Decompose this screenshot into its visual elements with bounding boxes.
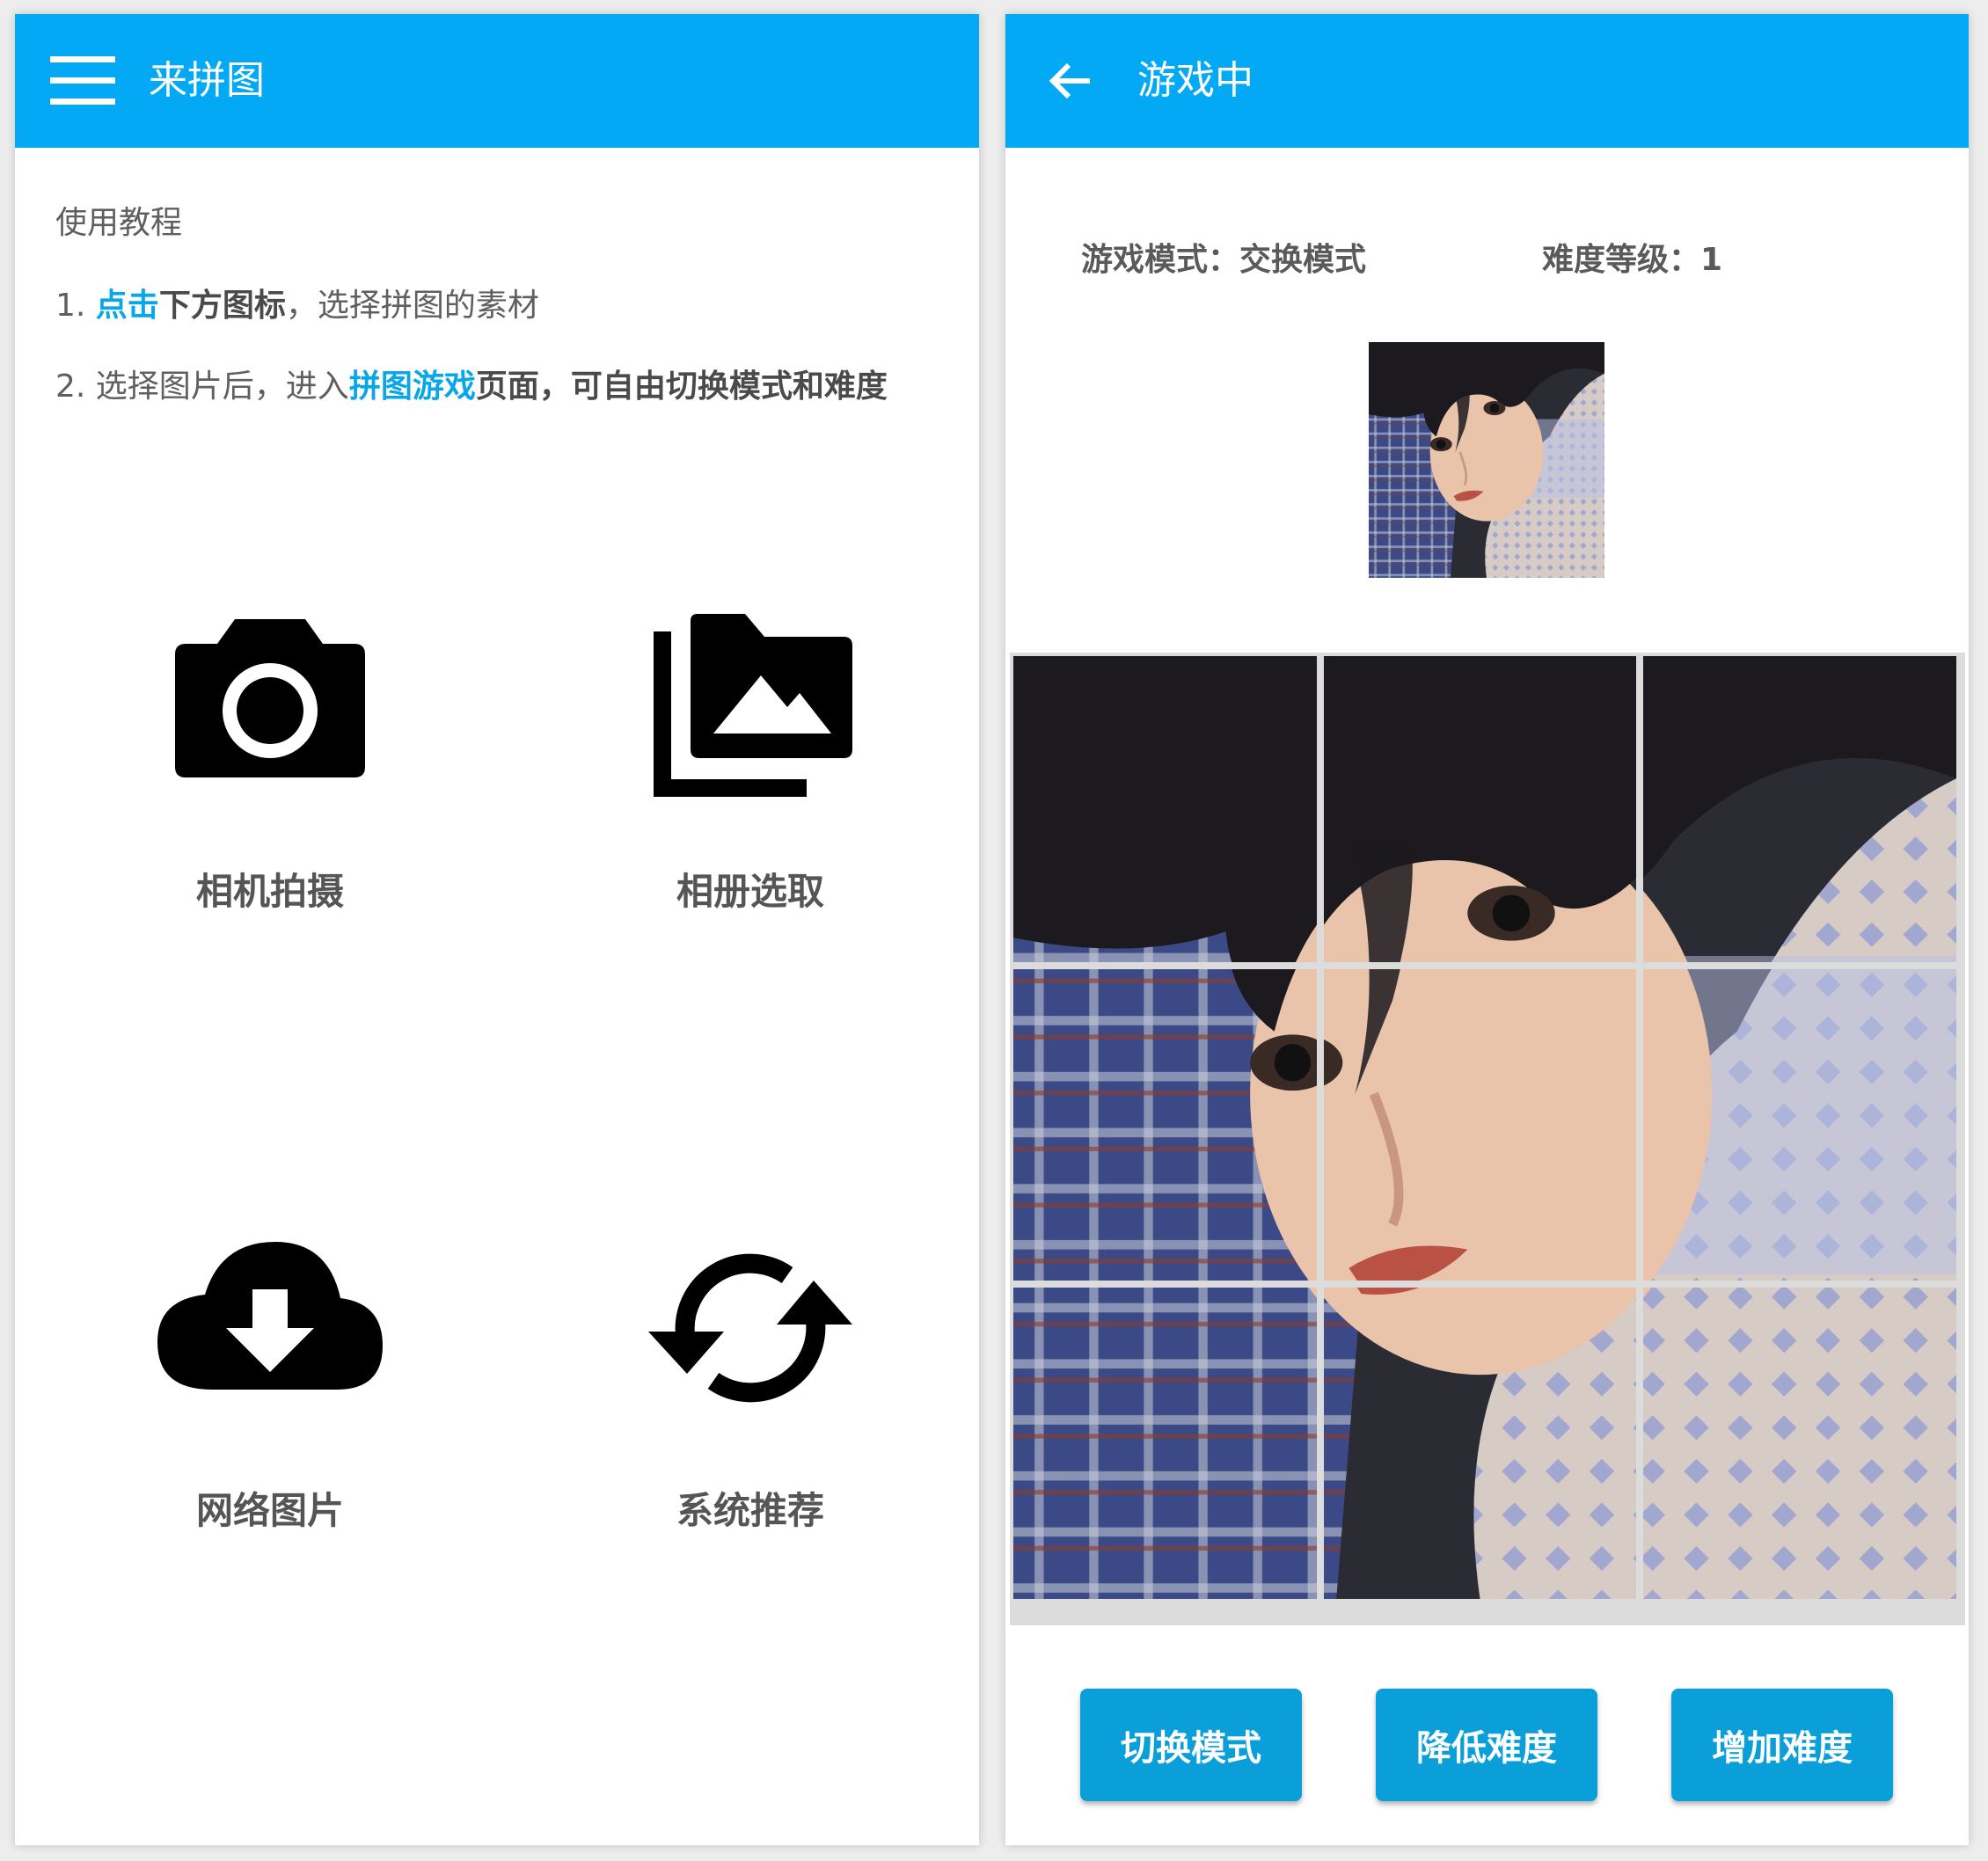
puzzle-piece[interactable] [1013,656,1317,962]
menu-icon[interactable] [50,56,115,106]
puzzle-board [1010,653,1965,1625]
system-label: 系统推荐 [676,1489,824,1532]
puzzle-piece[interactable] [1643,969,1956,1281]
camera-label: 相机拍摄 [195,870,344,913]
puzzle-piece[interactable] [1324,656,1636,962]
album-select-button[interactable]: 相册选取 [592,603,909,916]
puzzle-piece[interactable] [1013,1288,1317,1599]
album-label: 相册选取 [676,870,824,913]
puzzle-piece[interactable] [1643,1288,1956,1599]
puzzle-piece[interactable] [1324,1288,1636,1599]
decrease-difficulty-button[interactable]: 降低难度 [1376,1689,1597,1801]
cloud-download-icon [156,1222,384,1434]
game-title: 游戏中 [1137,58,1253,103]
home-title: 来拼图 [149,58,265,103]
photo-library-icon [636,603,865,814]
game-mode: 游戏模式：交换模式 [1081,242,1367,278]
home-screen: 来拼图 使用教程 1. 点击下方图标，选择拼图的素材 2. 选择图片后，进入拼图… [15,14,979,1845]
tutorial-step-2: 2. 选择图片后，进入拼图游戏页面，可自由切换模式和难度 [55,369,888,405]
increase-difficulty-button[interactable]: 增加难度 [1671,1689,1893,1801]
camera-capture-button[interactable]: 相机拍摄 [112,603,428,916]
sync-icon [636,1222,865,1434]
home-app-bar: 来拼图 [15,14,979,148]
game-screen: 游戏中 游戏模式：交换模式 难度等级：1 切换模式 降低难度 增加难度 [1005,14,1969,1845]
tutorial-title: 使用教程 [55,205,183,241]
network-label: 网络图片 [195,1489,344,1532]
tutorial-step-1: 1. 点击下方图标，选择拼图的素材 [55,288,539,324]
camera-icon [156,603,384,814]
puzzle-piece[interactable] [1324,969,1636,1281]
system-recommend-button[interactable]: 系统推荐 [592,1222,909,1535]
puzzle-preview-image [1369,342,1604,578]
back-arrow-icon[interactable] [1048,58,1093,104]
game-app-bar: 游戏中 [1005,14,1969,148]
switch-mode-button[interactable]: 切换模式 [1080,1689,1302,1801]
puzzle-piece[interactable] [1013,969,1317,1281]
difficulty-level: 难度等级：1 [1542,242,1723,278]
puzzle-piece[interactable] [1643,656,1956,962]
network-image-button[interactable]: 网络图片 [112,1222,428,1535]
